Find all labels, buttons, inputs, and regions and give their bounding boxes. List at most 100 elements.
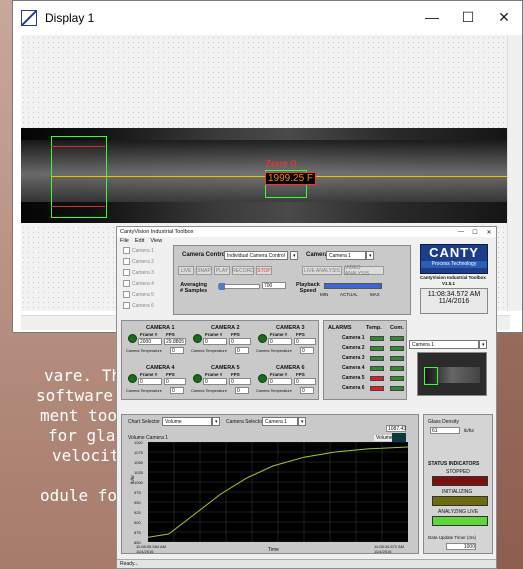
camera-checkbox-item[interactable]: Camera 4 — [123, 280, 154, 287]
camera-temp-value: 0 — [170, 387, 184, 394]
alarm-com-indicator — [390, 366, 404, 371]
alarm-temp-indicator — [370, 376, 384, 381]
camera-temp-label: Camera Temperature — [191, 349, 227, 353]
camera-dropdown[interactable]: ▾ — [366, 251, 374, 260]
camera-selector[interactable]: Camera 1 — [262, 417, 298, 426]
camera-status-group: CAMERA 6 Frame # FPS 0 0 Camera Temperature 0 — [256, 365, 318, 401]
frame-value: 0 — [268, 378, 292, 385]
camera-checkbox-label: Camera 5 — [132, 291, 154, 298]
playback-actual: ACTUAL — [340, 292, 358, 297]
averaging-slider[interactable] — [218, 283, 260, 290]
app-close-button[interactable]: ✕ — [482, 229, 496, 236]
alarm-com-indicator — [390, 346, 404, 351]
camera-control-select[interactable]: Individual Camera Control — [224, 251, 288, 260]
close-button[interactable]: ✕ — [486, 9, 522, 26]
playback-slider[interactable] — [324, 283, 382, 289]
checkbox[interactable] — [123, 258, 130, 265]
menu-file[interactable]: File — [120, 238, 129, 244]
camera-temp-label: Camera Temperature — [191, 389, 227, 393]
frame-value: 0 — [203, 338, 227, 345]
checkbox[interactable] — [123, 269, 130, 276]
app-minimize-button[interactable]: — — [454, 229, 468, 236]
camera-checkbox-item[interactable]: Camera 5 — [123, 291, 154, 298]
alarm-camera-label: Camera 6 — [342, 385, 365, 391]
camera-title: CAMERA 6 — [276, 365, 305, 371]
record-button[interactable]: RECORD — [232, 266, 254, 275]
checkbox[interactable] — [123, 302, 130, 309]
playback-min: MIN — [320, 292, 329, 297]
camera-checkbox-item[interactable]: Camera 3 — [123, 269, 154, 276]
minimize-button[interactable]: — — [414, 9, 450, 26]
camera-status-group: CAMERA 2 Frame # FPS 0 0 Camera Temperature 0 — [191, 325, 253, 361]
canty-logo: CANTY Process Technology — [420, 244, 488, 274]
app-title-bar[interactable]: CantyVision Industrial Toolbox — ☐ ✕ — [117, 227, 496, 237]
camera-checklist: Camera 1 Camera 2 Camera 3 Camera 4 Camera 5… — [123, 247, 168, 317]
status-stopped-label: STOPPED — [446, 469, 470, 475]
alarm-temp-indicator — [370, 346, 384, 351]
chart-readout: 1087.43 — [386, 425, 407, 432]
app-title: CantyVision Industrial Toolbox — [120, 229, 194, 235]
frame-label: Frame # — [140, 372, 158, 377]
fps-label: FPS — [296, 332, 305, 337]
fps-label: FPS — [296, 372, 305, 377]
y-tick-label: 900 — [134, 520, 141, 525]
camera-title: CAMERA 3 — [276, 325, 305, 331]
menu-edit[interactable]: Edit — [135, 238, 144, 244]
averaging-label: Averaging # Samples — [180, 282, 208, 294]
glass-density-label: Glass Density — [428, 419, 459, 425]
camera-checkbox-item[interactable]: Camera 1 — [123, 247, 154, 254]
video-analysis-button[interactable]: VIDEO ANALYSIS — [344, 265, 384, 277]
stop-button[interactable]: STOP — [256, 266, 272, 275]
camera-status-group: CAMERA 4 Frame # FPS 0 0 Camera Temperature 0 — [126, 365, 188, 401]
live-button[interactable]: LIVE — [178, 266, 194, 275]
camera-select[interactable]: Camera 1 — [326, 251, 366, 260]
fps-value: 0 — [294, 338, 316, 345]
snap-button[interactable]: SNAP — [196, 266, 212, 275]
camera-temp-label: Camera Temperature — [256, 389, 292, 393]
camera-checkbox-item[interactable]: Camera 6 — [123, 302, 154, 309]
fps-label: FPS — [231, 332, 240, 337]
data-update-input[interactable]: 1000 — [446, 543, 476, 550]
camera-title: CAMERA 4 — [146, 365, 175, 371]
frame-label: Frame # — [205, 332, 223, 337]
preview-camera-dropdown[interactable]: ▾ — [479, 340, 487, 349]
version-number: V1.5.1 — [442, 281, 456, 286]
legend-swatch — [392, 433, 406, 442]
checkbox[interactable] — [123, 247, 130, 254]
live-analysis-button[interactable]: LIVE ANALYSIS — [302, 266, 342, 275]
status-analyzing-label: ANALYZING LIVE — [438, 509, 479, 515]
display-title-bar[interactable]: Display 1 — ☐ ✕ — [13, 1, 522, 34]
camera-temp-value: 0 — [235, 387, 249, 394]
camera-selector-dropdown[interactable]: ▾ — [298, 417, 306, 426]
camera-checkbox-label: Camera 4 — [132, 280, 154, 287]
alarms-header: ALARMS — [328, 325, 352, 331]
alarm-com-indicator — [390, 336, 404, 341]
frame-value: 0 — [138, 378, 162, 385]
chart-selector[interactable]: Volume — [162, 417, 212, 426]
play-button[interactable]: PLAY — [214, 266, 230, 275]
frame-label: Frame # — [205, 372, 223, 377]
alarm-camera-label: Camera 4 — [342, 365, 365, 371]
checkbox[interactable] — [123, 280, 130, 287]
app-maximize-button[interactable]: ☐ — [468, 229, 482, 236]
fps-value: 0 — [164, 378, 186, 385]
maximize-button[interactable]: ☐ — [450, 9, 486, 26]
chart-selector-dropdown[interactable]: ▾ — [212, 417, 220, 426]
averaging-input[interactable]: 700 — [262, 282, 286, 289]
checkbox[interactable] — [123, 291, 130, 298]
camera-temp-value: 0 — [300, 347, 314, 354]
menu-view[interactable]: View — [150, 238, 162, 244]
camera-checkbox-item[interactable]: Camera 2 — [123, 258, 154, 265]
fps-label: FPS — [166, 332, 175, 337]
status-analyzing-indicator — [432, 516, 488, 526]
chart-panel: Chart Selector Volume ▾ Camera Selector … — [121, 414, 419, 554]
camera-control-dropdown[interactable]: ▾ — [290, 251, 298, 260]
volume-chart — [148, 442, 408, 542]
camera-checkbox-label: Camera 6 — [132, 302, 154, 309]
preview-camera-select[interactable]: Camera 1 — [409, 340, 479, 349]
vertical-scrollbar[interactable] — [507, 35, 522, 311]
camera-led — [258, 374, 267, 383]
camera-temp-value: 0 — [235, 347, 249, 354]
glass-density-input[interactable]: 61 — [430, 427, 460, 434]
alarm-com-indicator — [390, 386, 404, 391]
